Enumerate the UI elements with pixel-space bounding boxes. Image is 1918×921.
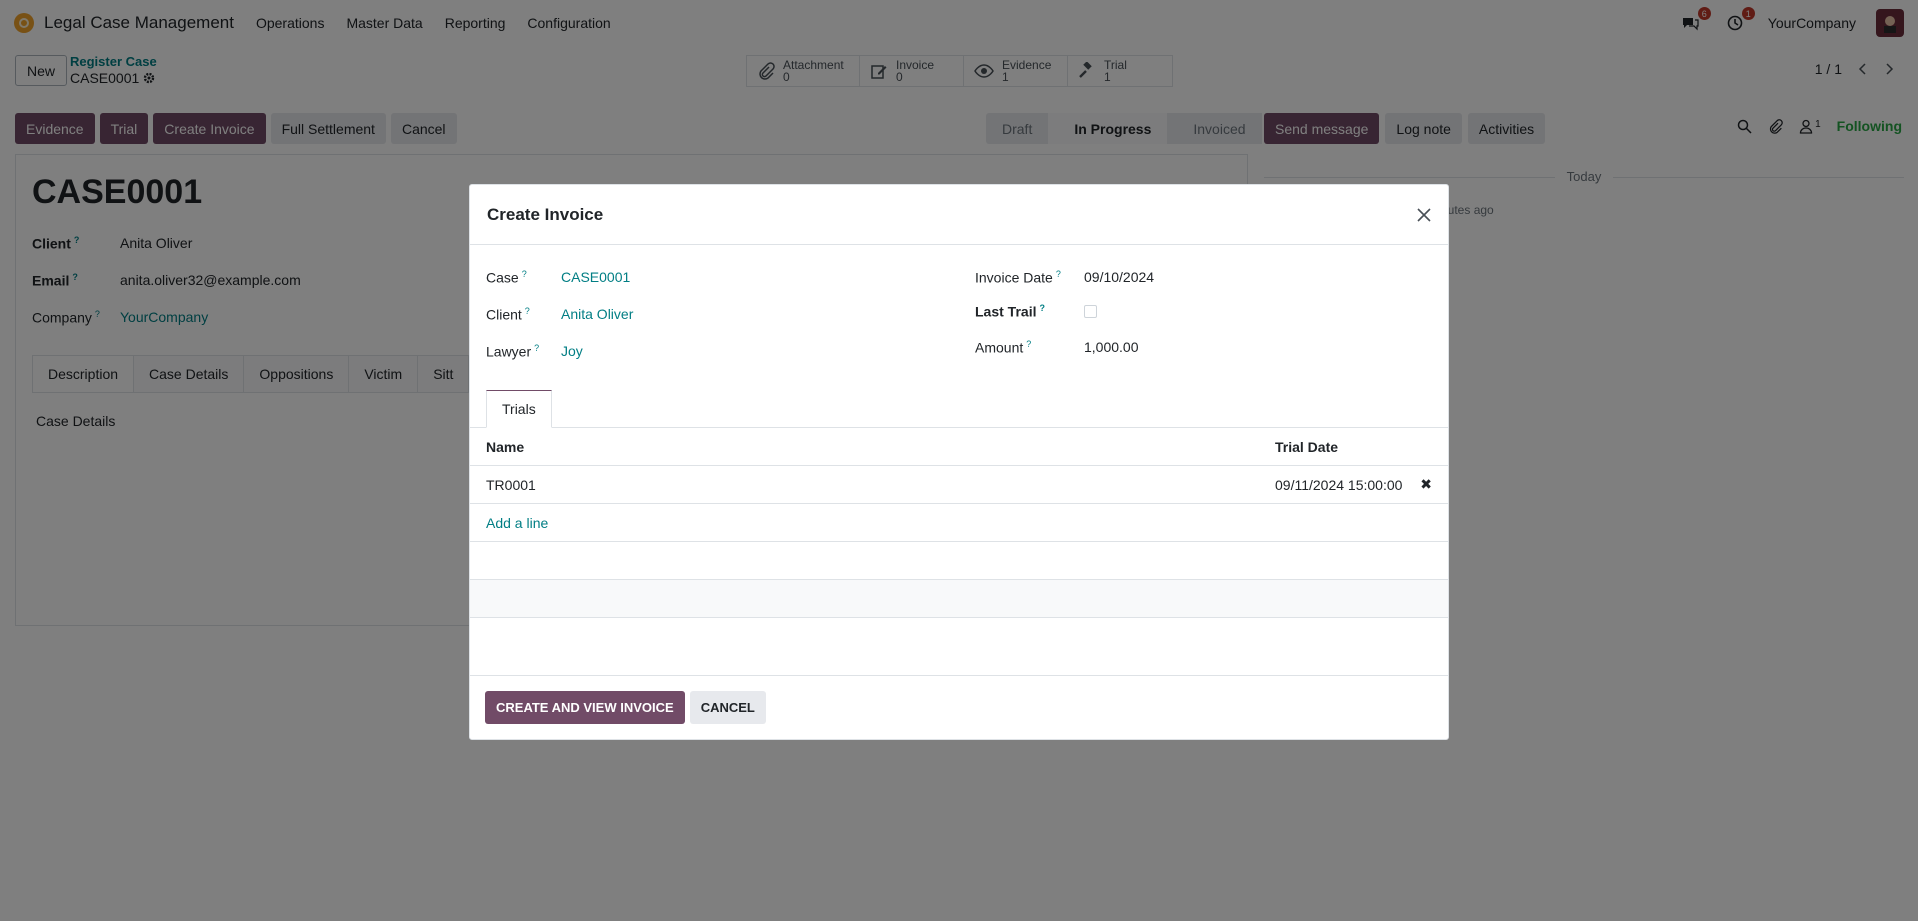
client-label: Client <box>486 306 522 323</box>
column-trial-date[interactable]: Trial Date <box>1275 439 1338 455</box>
amount-label: Amount <box>975 339 1024 356</box>
create-and-view-invoice-button[interactable]: CREATE AND VIEW INVOICE <box>485 691 685 724</box>
last-trail-label: Last Trail <box>975 303 1037 320</box>
lawyer-field: Lawyer? Joy <box>486 343 583 360</box>
add-line-link[interactable]: Add a line <box>486 515 548 531</box>
invoice-date-input[interactable]: 09/10/2024 <box>1084 269 1154 286</box>
create-invoice-dialog: Create Invoice Case? CASE0001 Client? An… <box>469 184 1449 740</box>
client-value[interactable]: Anita Oliver <box>561 306 633 323</box>
dialog-tabs: Trials <box>470 388 1448 428</box>
tab-trials[interactable]: Trials <box>486 390 552 428</box>
close-icon[interactable] <box>1417 207 1431 222</box>
invoice-date-field: Invoice Date? 09/10/2024 <box>975 269 1155 286</box>
column-name[interactable]: Name <box>486 439 524 455</box>
empty-row <box>470 542 1448 580</box>
table-row[interactable]: TR0001 09/11/2024 15:00:00 ✖ <box>470 466 1448 504</box>
table-header: Name Trial Date <box>470 428 1448 466</box>
amount-field: Amount? 1,000.00 <box>975 339 1139 356</box>
last-trail-checkbox[interactable] <box>1084 305 1097 318</box>
dialog-footer: CREATE AND VIEW INVOICE CANCEL <box>470 675 1448 739</box>
lawyer-label: Lawyer <box>486 343 532 360</box>
trial-name[interactable]: TR0001 <box>486 477 536 493</box>
invoice-date-label: Invoice Date <box>975 269 1053 286</box>
add-line-row: Add a line <box>470 504 1448 542</box>
trials-table: Name Trial Date TR0001 09/11/2024 15:00:… <box>470 428 1448 618</box>
case-field: Case? CASE0001 <box>486 269 631 286</box>
dialog-title: Create Invoice <box>487 204 604 224</box>
case-value[interactable]: CASE0001 <box>561 269 630 286</box>
delete-row-icon[interactable]: ✖ <box>1420 476 1432 493</box>
client-field: Client? Anita Oliver <box>486 306 634 323</box>
last-trail-field: Last Trail? <box>975 303 1097 320</box>
case-label: Case <box>486 269 519 286</box>
empty-row <box>470 580 1448 618</box>
cancel-button[interactable]: CANCEL <box>689 691 766 724</box>
lawyer-value[interactable]: Joy <box>561 343 583 360</box>
amount-input[interactable]: 1,000.00 <box>1084 339 1139 356</box>
trial-date[interactable]: 09/11/2024 15:00:00 <box>1275 477 1402 493</box>
